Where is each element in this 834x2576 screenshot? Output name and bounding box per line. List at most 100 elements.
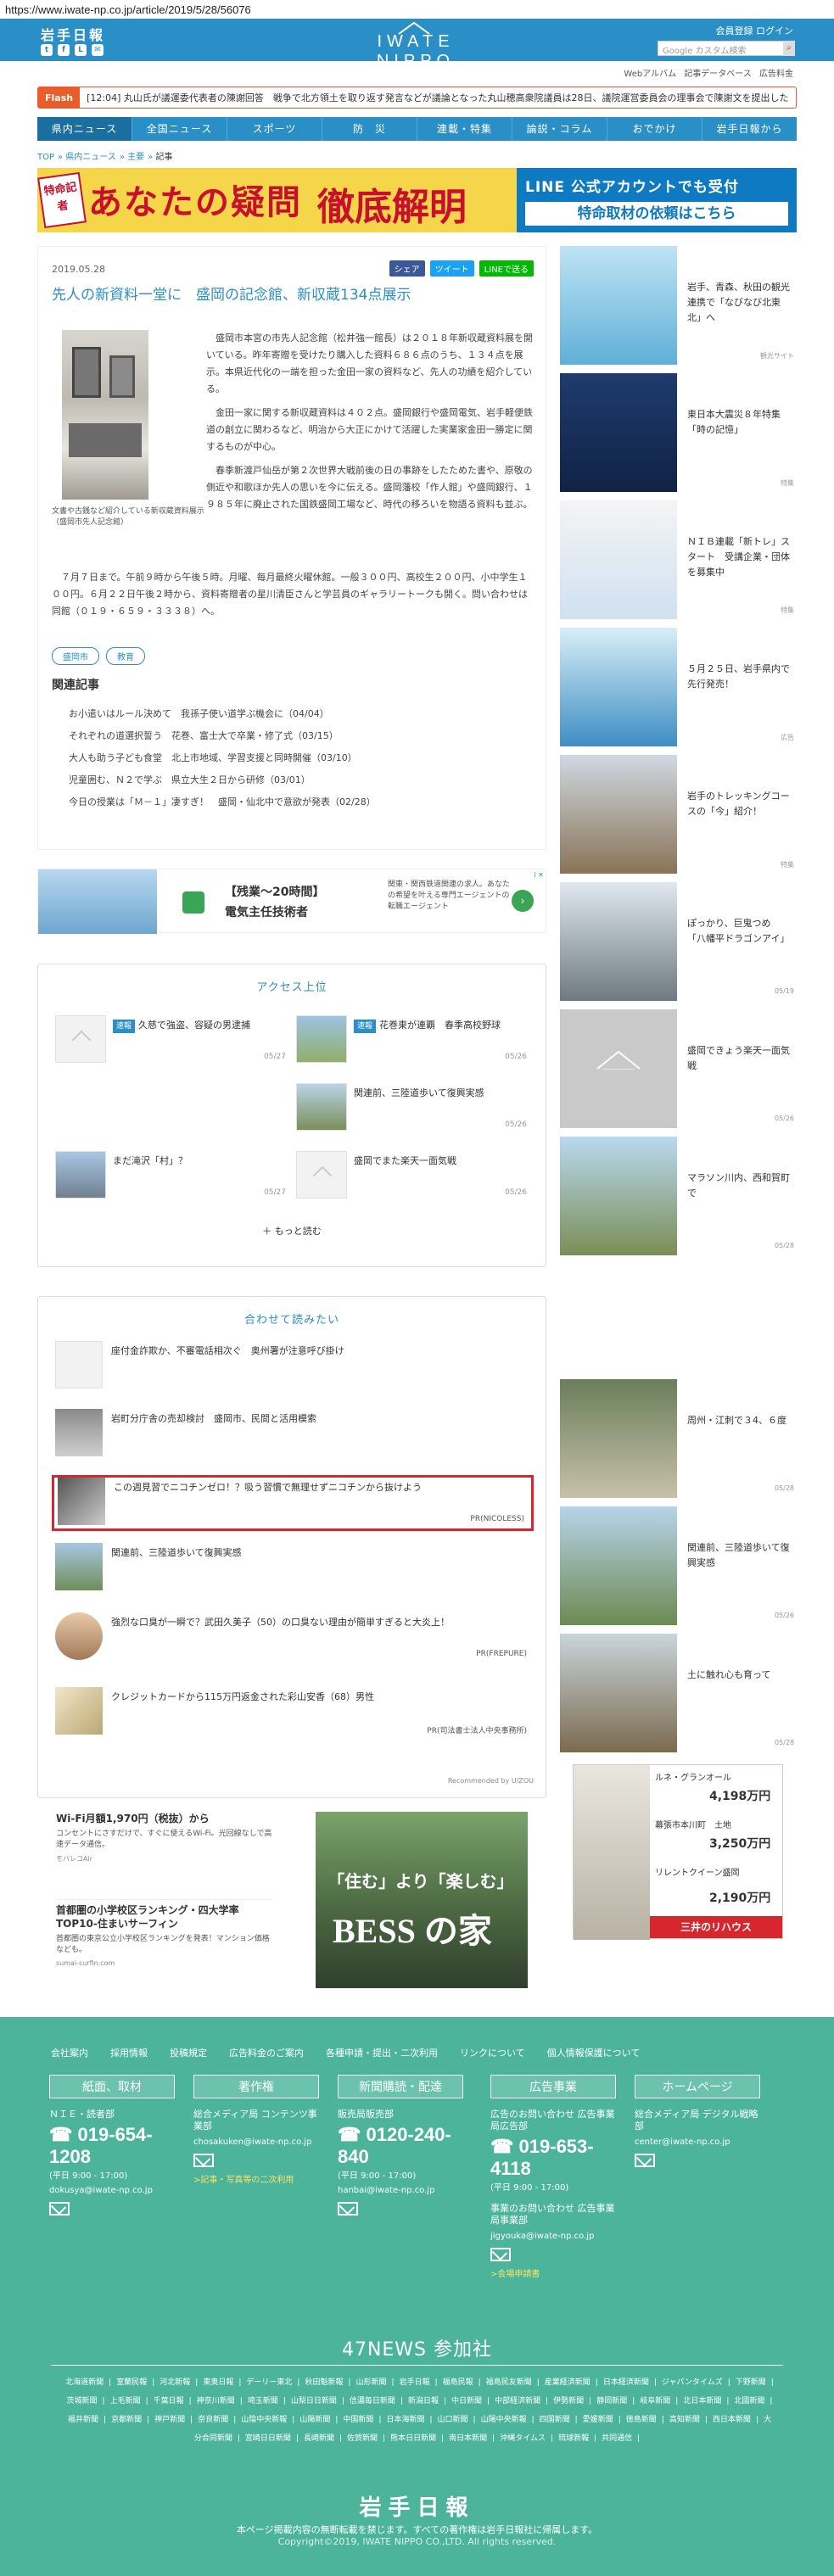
nav-item[interactable]: 岩手日報から bbox=[702, 117, 797, 141]
recommend-item-highlighted[interactable]: この週見習でニコチンゼロ！？吸う習慣で無理せずニコチンから抜けよう PR(NIC… bbox=[52, 1475, 534, 1531]
member-paper-link[interactable]: 京都新聞 bbox=[111, 2416, 142, 2424]
member-paper-link[interactable]: 熊本日日新聞 bbox=[390, 2434, 436, 2443]
member-paper-link[interactable]: 福島民友新聞 bbox=[486, 2378, 532, 2387]
ranking-item[interactable]: 速報 久慈で強盗、容疑の男逮捕 05/27 bbox=[55, 1015, 289, 1066]
related-link[interactable]: 大人も助う子ども食堂 北上市地域、学習支援と同時開催（03/10） bbox=[69, 747, 376, 769]
footer-email[interactable]: chosakuken@iwate-np.co.jp bbox=[193, 2137, 319, 2147]
mail-icon[interactable] bbox=[635, 2154, 655, 2167]
member-paper-link[interactable]: 西日本新聞 bbox=[713, 2416, 751, 2424]
mail-icon[interactable] bbox=[490, 2248, 511, 2261]
footer-phone[interactable]: ☎ 019-653-4118 bbox=[490, 2136, 616, 2180]
member-paper-link[interactable]: 宮崎日日新聞 bbox=[245, 2434, 291, 2443]
line-icon[interactable]: L bbox=[75, 44, 87, 56]
breadcrumb-item[interactable]: 県内ニュース bbox=[65, 153, 116, 162]
member-paper-link[interactable]: 徳島新聞 bbox=[626, 2416, 657, 2424]
member-paper-link[interactable]: 東奥日報 bbox=[203, 2378, 233, 2387]
member-paper-link[interactable]: 南日本新聞 bbox=[449, 2434, 487, 2443]
sidebar-item[interactable]: 岩手、青森、秋田の観光連携で「なびなび北東北」へ 観光サイト bbox=[560, 246, 796, 365]
tag-link[interactable]: 教育 bbox=[106, 647, 145, 665]
member-paper-link[interactable]: 茨城新聞 bbox=[67, 2397, 98, 2406]
twitter-icon[interactable]: t bbox=[41, 44, 53, 56]
footer-sub-link[interactable]: >記事・写真等の二次利用 bbox=[193, 2172, 319, 2185]
member-paper-link[interactable]: 山陰中央新報 bbox=[241, 2416, 287, 2424]
mail-icon[interactable]: ✉ bbox=[92, 44, 104, 56]
member-paper-link[interactable]: 福島民報 bbox=[443, 2378, 473, 2387]
breadcrumb-item[interactable]: 主要 bbox=[127, 153, 144, 162]
ranking-item[interactable]: 盛岡でまた楽天一面気戦 05/26 bbox=[296, 1151, 530, 1202]
member-links[interactable]: 会員登録 ログイン bbox=[716, 24, 794, 37]
footer-email[interactable]: hanbai@iwate-np.co.jp bbox=[338, 2186, 463, 2195]
member-paper-link[interactable]: 琉球新報 bbox=[558, 2434, 589, 2443]
member-paper-link[interactable]: 中国新聞 bbox=[343, 2416, 373, 2424]
member-paper-link[interactable]: 高知新聞 bbox=[669, 2416, 700, 2424]
member-paper-link[interactable]: デーリー東北 bbox=[246, 2378, 292, 2387]
footer-email[interactable]: jigyouka@iwate-np.co.jp bbox=[490, 2232, 616, 2241]
member-paper-link[interactable]: 千葉日報 bbox=[154, 2397, 184, 2406]
member-paper-link[interactable]: 山形新聞 bbox=[356, 2378, 387, 2387]
footer-link[interactable]: 採用情報 bbox=[110, 2046, 148, 2059]
related-link[interactable]: お小遣いはルール決めて 我孫子使い道学ぶ機会に（04/04） bbox=[69, 703, 376, 725]
member-paper-link[interactable]: 中部経済新聞 bbox=[495, 2397, 540, 2406]
bess-ad[interactable]: 「住む」より「楽しむ」 BESS の家 bbox=[316, 1812, 528, 1988]
footer-email[interactable]: dokusya@iwate-np.co.jp bbox=[49, 2186, 175, 2195]
footer-phone[interactable]: ☎ 019-654-1208 bbox=[49, 2124, 175, 2168]
member-paper-link[interactable]: 福井新聞 bbox=[68, 2416, 98, 2424]
member-paper-link[interactable]: 中日新聞 bbox=[451, 2397, 482, 2406]
ranking-item[interactable]: まだ滝沢「村」？ 05/27 bbox=[55, 1151, 289, 1202]
member-paper-link[interactable]: 日本海新聞 bbox=[386, 2416, 424, 2424]
nav-item[interactable]: 論説・コラム bbox=[512, 117, 607, 141]
job-ad[interactable]: 【残業〜20時間】 電気主任技術者 関東・関西鉄道関連の求人。あなたの希望を叶え… bbox=[37, 869, 546, 934]
text-ad[interactable]: Wi-Fi月額1,970円（税抜）から コンセントにさすだけで、すぐに使えるWi… bbox=[56, 1812, 272, 1900]
member-paper-link[interactable]: 山梨日日新聞 bbox=[291, 2397, 337, 2406]
footer-link[interactable]: 広告料金のご案内 bbox=[229, 2046, 304, 2059]
footer-email[interactable]: center@iwate-np.co.jp bbox=[635, 2137, 760, 2147]
member-paper-link[interactable]: 北海道新聞 bbox=[65, 2378, 104, 2387]
sidebar-item[interactable]: ＮＩＢ連載「新トレ」スタート 受講企業・団体を募集中 特集 bbox=[560, 500, 796, 619]
recommend-item[interactable]: クレジットカードから115万円返金された彩山安香（68）男性 PR(司法書士法人… bbox=[52, 1687, 534, 1740]
member-paper-link[interactable]: 奈良新聞 bbox=[198, 2416, 228, 2424]
member-paper-link[interactable]: 神戸新聞 bbox=[154, 2416, 185, 2424]
sub-link[interactable]: Webアルバム bbox=[624, 70, 676, 79]
footer-sub-link[interactable]: >会場申請書 bbox=[490, 2266, 616, 2279]
footer-link[interactable]: 個人情報保護について bbox=[547, 2046, 641, 2059]
member-paper-link[interactable]: 佐賀新聞 bbox=[347, 2434, 378, 2443]
member-paper-link[interactable]: 河北新報 bbox=[160, 2378, 190, 2387]
footer-link[interactable]: リンクについて bbox=[460, 2046, 525, 2059]
recommend-item[interactable]: 座付金詐欺か、不審電話相次ぐ 奥州署が注意呼び掛け bbox=[52, 1341, 534, 1394]
nav-item[interactable]: 連載・特集 bbox=[417, 117, 512, 141]
tag-link[interactable]: 盛岡市 bbox=[52, 647, 99, 665]
text-ad[interactable]: 首都圏の小学校区ランキング・四大学率TOP10-住まいサーフィン 首都圏の東京公… bbox=[56, 1903, 272, 1992]
member-paper-link[interactable]: 共同通信 bbox=[602, 2434, 632, 2443]
nav-item[interactable]: スポーツ bbox=[227, 117, 322, 141]
line-share-button[interactable]: LINEで送る bbox=[479, 260, 534, 277]
sub-link[interactable]: 広告料金 bbox=[759, 70, 793, 79]
sidebar-item[interactable]: 盛岡できょう楽天一面気戦 05/26 bbox=[560, 1009, 796, 1128]
member-paper-link[interactable]: 秋田魁新報 bbox=[305, 2378, 343, 2387]
member-paper-link[interactable]: 北日本新聞 bbox=[683, 2397, 721, 2406]
small-logo[interactable]: 岩手日報 bbox=[41, 24, 105, 44]
member-paper-link[interactable]: 神奈川新聞 bbox=[197, 2397, 235, 2406]
sidebar-item[interactable]: 岩手のトレッキングコースの「今」紹介！ 特集 bbox=[560, 755, 796, 874]
member-paper-link[interactable]: 日本経済新聞 bbox=[603, 2378, 649, 2387]
recommend-item[interactable]: 強烈な口臭が一瞬で？武田久美子（50）の口臭ない理由が簡単すぎると大炎上！ PR… bbox=[52, 1612, 534, 1665]
article-photo[interactable] bbox=[62, 330, 148, 500]
member-paper-link[interactable]: 下野新聞 bbox=[736, 2378, 766, 2387]
facebook-icon[interactable]: f bbox=[58, 44, 70, 56]
recommend-item[interactable]: 関連前、三陸道歩いて復興実感 bbox=[52, 1543, 534, 1595]
member-paper-link[interactable]: 伊勢新聞 bbox=[553, 2397, 584, 2406]
footer-link[interactable]: 各種申請・提出・二次利用 bbox=[326, 2046, 438, 2059]
footer-link[interactable]: 投稿規定 bbox=[170, 2046, 207, 2059]
site-logo[interactable]: IWATE NIPPO 2019.05.28 火 bbox=[335, 25, 496, 85]
sidebar-item[interactable]: ぽっかり、巨鬼つめ 「八幡平ドラゴンアイ」 05/19 bbox=[560, 882, 796, 1001]
member-paper-link[interactable]: 山陽新聞 bbox=[299, 2416, 330, 2424]
tokumei-banner[interactable]: 特命記者 あなたの疑問 徹底解明 LINE 公式アカウントでも受付 特命取材の依… bbox=[37, 168, 797, 232]
facebook-share-button[interactable]: シェア bbox=[389, 260, 425, 277]
uzou-credit[interactable]: Recommended by U/ZOU bbox=[448, 1777, 534, 1785]
nav-item[interactable]: 全国ニュース bbox=[132, 117, 227, 141]
member-paper-link[interactable]: 岐阜新聞 bbox=[640, 2397, 670, 2406]
member-paper-link[interactable]: 信濃毎日新聞 bbox=[350, 2397, 395, 2406]
recommend-item[interactable]: 岩町分庁舎の売却検討 盛岡市、民間と活用模索 bbox=[52, 1409, 534, 1461]
member-paper-link[interactable]: 埼玉新聞 bbox=[248, 2397, 278, 2406]
flash-news-bar[interactable]: Flash [12:04] 丸山氏が議運委代表者の陳謝回答 戦争で北方領土を取り… bbox=[37, 87, 797, 109]
twitter-share-button[interactable]: ツイート bbox=[429, 260, 474, 277]
